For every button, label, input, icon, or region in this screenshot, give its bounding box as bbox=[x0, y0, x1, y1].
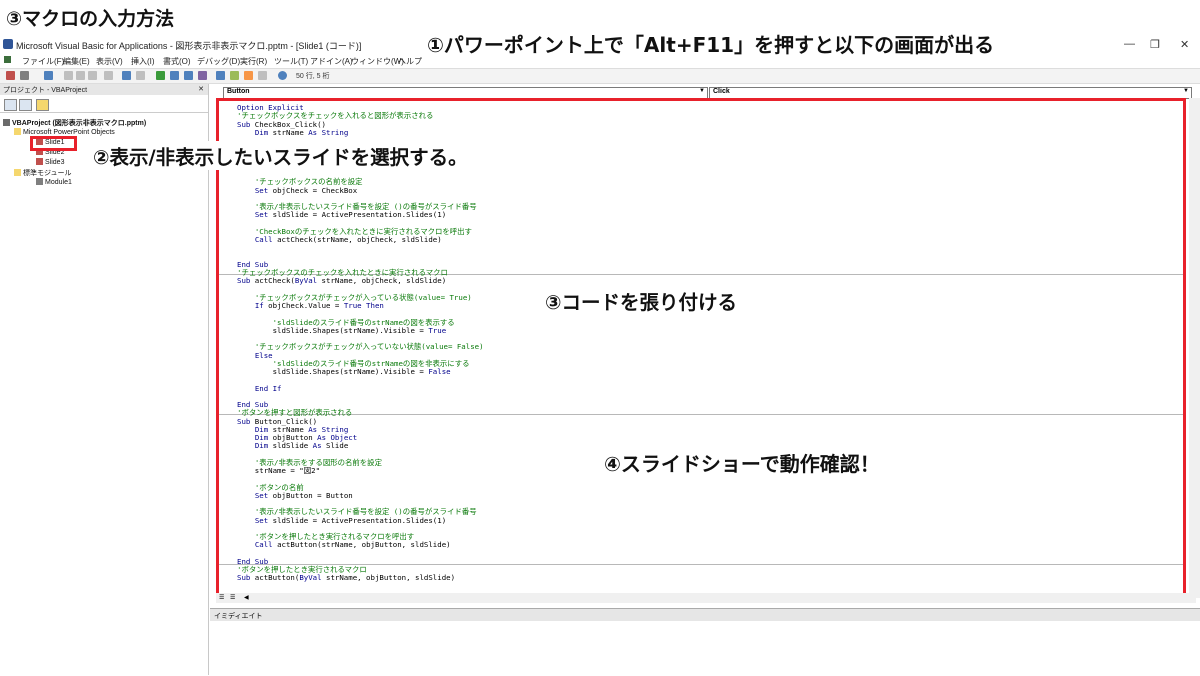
menu-edit[interactable]: 編集(E) bbox=[63, 56, 90, 67]
object-browser-icon[interactable] bbox=[244, 71, 253, 80]
folder-icon bbox=[14, 128, 21, 135]
slide-icon bbox=[36, 158, 43, 165]
procedure-combo-value: Click bbox=[713, 88, 730, 95]
maximize-button[interactable]: ❐ bbox=[1150, 38, 1160, 51]
folder-icon bbox=[14, 169, 21, 176]
immediate-window[interactable]: イミディエイト bbox=[210, 608, 1200, 676]
tree-item-label: VBAProject (図形表示非表示マクロ.pptm) bbox=[12, 120, 147, 127]
tree-item-slide3[interactable]: Slide3 bbox=[36, 158, 64, 166]
undo-icon[interactable] bbox=[122, 71, 131, 80]
slide1-highlight-box bbox=[30, 136, 77, 151]
reset-icon[interactable] bbox=[184, 71, 193, 80]
tree-item-label: Slide3 bbox=[45, 159, 65, 166]
cut-icon[interactable] bbox=[64, 71, 73, 80]
minimize-button[interactable]: — bbox=[1124, 38, 1135, 50]
chevron-down-icon: ▼ bbox=[1183, 88, 1189, 94]
insert-module-icon[interactable] bbox=[20, 71, 29, 80]
menu-view[interactable]: 表示(V) bbox=[96, 56, 123, 67]
vba-menu-icon bbox=[4, 56, 11, 63]
help-icon[interactable] bbox=[278, 71, 287, 80]
tree-item-module1[interactable]: Module1 bbox=[36, 178, 72, 186]
scroll-left-icon[interactable]: ◀ bbox=[244, 594, 249, 601]
menu-run[interactable]: 実行(R) bbox=[240, 56, 267, 67]
page-title: ③マクロの入力方法 bbox=[6, 8, 175, 30]
tree-item-label: 標準モジュール bbox=[23, 170, 72, 177]
project-panel-toolbar bbox=[0, 96, 208, 113]
project-icon bbox=[3, 119, 10, 126]
module-icon bbox=[36, 178, 43, 185]
window-title: Microsoft Visual Basic for Applications … bbox=[16, 41, 362, 51]
close-button[interactable]: ✕ bbox=[1180, 38, 1189, 51]
project-panel-title-bar: プロジェクト - VBAProject ✕ bbox=[0, 84, 208, 95]
annotation-step3: ③コードを張り付ける bbox=[545, 291, 738, 314]
break-icon[interactable] bbox=[170, 71, 179, 80]
horizontal-scrollbar[interactable]: ☰ ☰ ◀ bbox=[216, 593, 1196, 603]
project-explorer-icon[interactable] bbox=[216, 71, 225, 80]
tree-item-objects-folder[interactable]: Microsoft PowerPoint Objects bbox=[14, 128, 115, 136]
vba-app-icon bbox=[3, 39, 13, 49]
find-icon[interactable] bbox=[104, 71, 113, 80]
tree-item-project[interactable]: VBAProject (図形表示非表示マクロ.pptm) bbox=[3, 118, 146, 128]
tree-item-modules-folder[interactable]: 標準モジュール bbox=[14, 168, 72, 178]
code-text: Option Explicit 'チェックボックスをチェックを入れると図形が表示… bbox=[237, 103, 484, 583]
tree-item-label: Module1 bbox=[45, 179, 72, 186]
object-combo-value: Button bbox=[227, 88, 250, 95]
tree-item-label: Microsoft PowerPoint Objects bbox=[23, 129, 115, 136]
paste-icon[interactable] bbox=[88, 71, 97, 80]
code-editor[interactable]: Option Explicit 'チェックボックスをチェックを入れると図形が表示… bbox=[216, 98, 1186, 598]
menu-format[interactable]: 書式(O) bbox=[163, 56, 191, 67]
immediate-title-bar: イミディエイト bbox=[210, 609, 1200, 621]
view-code-button[interactable] bbox=[4, 99, 17, 111]
run-icon[interactable] bbox=[156, 71, 165, 80]
menu-file[interactable]: ファイル(F) bbox=[22, 56, 64, 67]
vertical-scrollbar[interactable] bbox=[1189, 98, 1200, 598]
project-explorer-panel: プロジェクト - VBAProject ✕ VBAProject (図形表示非表… bbox=[0, 84, 209, 675]
annotation-step1: ①パワーポイント上で「Alt+F11」を押すと以下の画面が出る bbox=[423, 29, 999, 58]
menu-debug[interactable]: デバッグ(D) bbox=[197, 56, 240, 67]
toggle-folders-button[interactable] bbox=[36, 99, 49, 111]
redo-icon[interactable] bbox=[136, 71, 145, 80]
immediate-title: イミディエイト bbox=[214, 613, 263, 620]
menu-help[interactable]: ヘルプ bbox=[398, 56, 422, 67]
menu-insert[interactable]: 挿入(I) bbox=[131, 56, 155, 67]
chevron-down-icon: ▼ bbox=[699, 88, 705, 94]
full-module-view-icon[interactable]: ☰ bbox=[230, 594, 235, 601]
annotation-step2: ②表示/非表示したいスライドを選択する。 bbox=[90, 141, 471, 170]
menu-addins[interactable]: アドイン(A) bbox=[310, 56, 353, 67]
procedure-view-icon[interactable]: ☰ bbox=[219, 594, 224, 601]
menu-tools[interactable]: ツール(T) bbox=[274, 56, 308, 67]
view-powerpoint-icon[interactable] bbox=[6, 71, 15, 80]
standard-toolbar: 50 行, 5 桁 bbox=[0, 68, 1200, 84]
save-icon[interactable] bbox=[44, 71, 53, 80]
properties-icon[interactable] bbox=[230, 71, 239, 80]
annotation-step4: ④スライドショーで動作確認！ bbox=[604, 452, 880, 476]
toolbox-icon[interactable] bbox=[258, 71, 267, 80]
menu-window[interactable]: ウィンドウ(W) bbox=[351, 56, 404, 67]
design-mode-icon[interactable] bbox=[198, 71, 207, 80]
cursor-position: 50 行, 5 桁 bbox=[296, 73, 330, 80]
project-panel-close-icon[interactable]: ✕ bbox=[198, 85, 204, 93]
copy-icon[interactable] bbox=[76, 71, 85, 80]
project-panel-title: プロジェクト - VBAProject bbox=[3, 87, 88, 94]
view-object-button[interactable] bbox=[19, 99, 32, 111]
